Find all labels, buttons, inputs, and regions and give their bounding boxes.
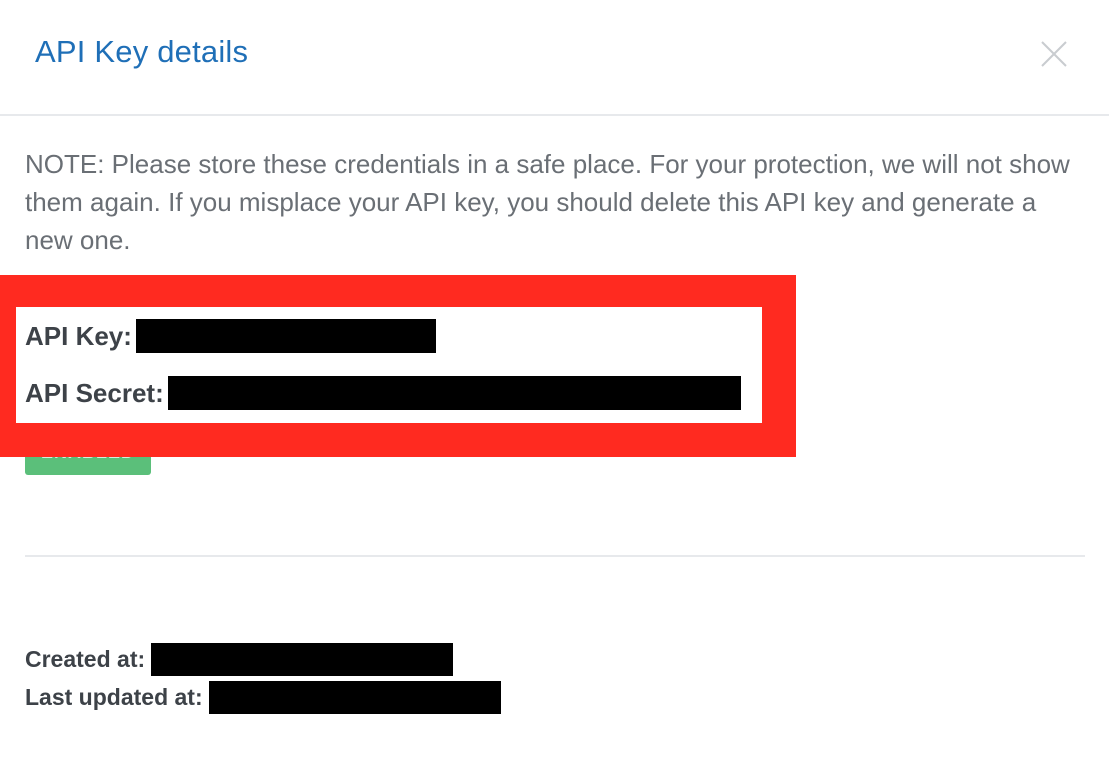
highlight-box: API Key: API Secret: (0, 275, 796, 457)
api-secret-label: API Secret: (25, 377, 164, 408)
section-divider (25, 555, 1085, 557)
updated-at-redaction (208, 681, 501, 714)
updated-at-row: Last updated at: (25, 681, 501, 714)
created-at-label: Created at: (25, 646, 146, 672)
api-key-label: API Key: (25, 320, 132, 351)
api-secret-redaction (167, 376, 741, 410)
api-key-row: API Key: (25, 319, 436, 353)
api-secret-row: API Secret: (25, 376, 741, 410)
credentials-note: NOTE: Please store these credentials in … (25, 149, 1070, 255)
close-icon[interactable] (1040, 40, 1068, 68)
modal-title: API Key details (35, 34, 249, 69)
api-key-redaction (135, 319, 436, 353)
created-at-redaction (151, 643, 454, 676)
modal-header: API Key details (0, 0, 1109, 116)
created-at-row: Created at: (25, 643, 454, 676)
credentials-panel: API Key: API Secret: (16, 307, 762, 423)
updated-at-label: Last updated at: (25, 684, 203, 710)
